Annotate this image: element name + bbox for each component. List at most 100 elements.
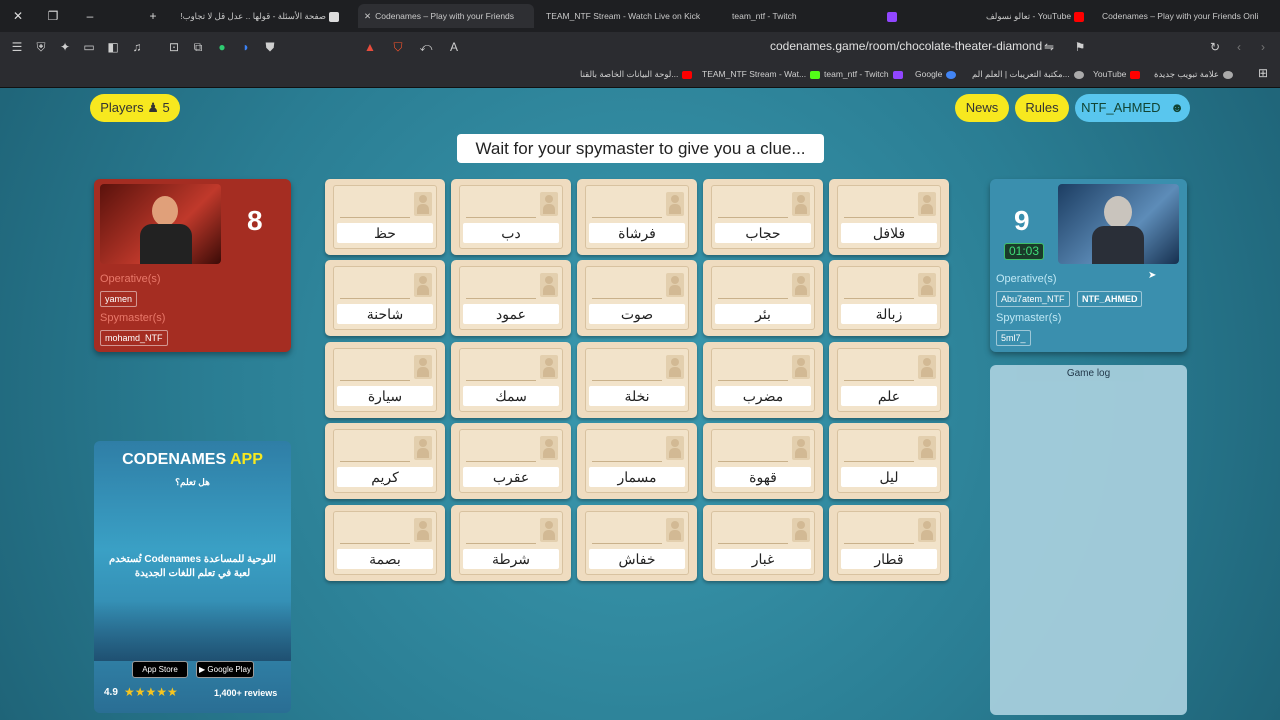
- word-card[interactable]: عقرب: [451, 423, 571, 499]
- vpn-icon[interactable]: ⛊: [262, 39, 278, 55]
- share-icon[interactable]: ⤺: [418, 39, 434, 55]
- word-card[interactable]: زبالة: [829, 260, 949, 336]
- google-play-button[interactable]: ▶ Google Play: [196, 661, 254, 678]
- close-window-icon[interactable]: ✕: [9, 7, 27, 25]
- bookmark-twitch[interactable]: team_ntf - Twitch: [824, 69, 903, 79]
- word-card[interactable]: قطار: [829, 505, 949, 581]
- tab-twitch[interactable]: team_ntf - Twitch: [726, 4, 902, 28]
- music-icon[interactable]: ♫: [129, 39, 145, 55]
- site-settings-icon[interactable]: ⇋: [1041, 39, 1057, 55]
- word-card[interactable]: علم: [829, 342, 949, 418]
- agent-silhouette-icon: [414, 192, 432, 216]
- word-card[interactable]: سمك: [451, 342, 571, 418]
- word-card[interactable]: شرطة: [451, 505, 571, 581]
- mouse-cursor-icon: ➤: [1148, 270, 1157, 281]
- bookmark-kick[interactable]: TEAM_NTF Stream - Wat...: [702, 69, 821, 79]
- agent-silhouette-icon: [414, 355, 432, 379]
- word-card[interactable]: مسمار: [577, 423, 697, 499]
- brave-shield-icon[interactable]: ⛉: [390, 39, 406, 55]
- agent-silhouette-icon: [792, 355, 810, 379]
- word-card[interactable]: قهوة: [703, 423, 823, 499]
- agent-face: [152, 196, 178, 226]
- word-card[interactable]: صوت: [577, 260, 697, 336]
- menu-icon[interactable]: ☰: [9, 39, 25, 55]
- back-icon[interactable]: ‹: [1231, 39, 1247, 55]
- card-word: شاحنة: [337, 304, 433, 324]
- players-button[interactable]: Players ♟ 5: [90, 94, 180, 122]
- kick-icon: [810, 70, 821, 79]
- red-team-panel: 8 Operative(s) yamen Spymaster(s) mohamd…: [94, 179, 291, 352]
- bookmark-library[interactable]: مكتبة التعريبات | العلم الم...: [972, 69, 1084, 80]
- bookmark-dashboard[interactable]: لوحة البيانات الخاصة بالقنا...: [580, 69, 693, 80]
- user-button[interactable]: NTF_AHMED ☻: [1075, 94, 1190, 122]
- tab-kick[interactable]: TEAM_NTF Stream - Watch Live on Kick: [540, 4, 720, 28]
- word-card[interactable]: حظ: [325, 179, 445, 255]
- bookmark-google[interactable]: Google: [915, 69, 957, 79]
- wallet-icon[interactable]: ▭: [81, 39, 97, 55]
- word-card[interactable]: حجاب: [703, 179, 823, 255]
- word-card[interactable]: فرشاة: [577, 179, 697, 255]
- shield-icon[interactable]: ⛨: [33, 39, 49, 55]
- puzzle-icon[interactable]: ⧉: [190, 39, 206, 55]
- word-card[interactable]: غبار: [703, 505, 823, 581]
- twitch-icon: [886, 11, 897, 22]
- card-line: [466, 380, 536, 381]
- tab-youtube[interactable]: تعالو نسولف - YouTube: [980, 4, 1090, 28]
- tab-codenames-2[interactable]: Codenames – Play with your Friends Onli: [1096, 4, 1280, 28]
- agent-silhouette-icon: [792, 436, 810, 460]
- smiley-icon: ☻: [1170, 100, 1184, 115]
- sidebar-icon[interactable]: ◧: [105, 39, 121, 55]
- reload-icon[interactable]: ↻: [1207, 39, 1223, 55]
- word-card[interactable]: بصمة: [325, 505, 445, 581]
- agent-silhouette-icon: [792, 518, 810, 542]
- game-log-title: Game log: [1066, 368, 1111, 379]
- card-line: [844, 217, 914, 218]
- agent-silhouette-icon: [918, 436, 936, 460]
- apps-grid-icon[interactable]: ⊞: [1258, 66, 1268, 80]
- word-card[interactable]: دب: [451, 179, 571, 255]
- word-card[interactable]: مضرب: [703, 342, 823, 418]
- card-word: حظ: [337, 223, 433, 243]
- restore-window-icon[interactable]: ❐: [44, 7, 62, 25]
- tab-close-icon[interactable]: ✕: [364, 11, 371, 21]
- agent-silhouette-icon: [666, 436, 684, 460]
- word-card[interactable]: فلافل: [829, 179, 949, 255]
- word-card[interactable]: سيارة: [325, 342, 445, 418]
- news-button[interactable]: News: [955, 94, 1009, 122]
- blue-score: 9: [1014, 205, 1030, 236]
- agent-silhouette-icon: [666, 518, 684, 542]
- bookmark-icon[interactable]: ⚑: [1072, 39, 1088, 55]
- word-card[interactable]: ليل: [829, 423, 949, 499]
- codenames-app-ad[interactable]: CODENAMES APP هل تعلم؟ اللوحية للمساعدة …: [94, 441, 291, 713]
- youtube-icon: [682, 70, 693, 79]
- address-bar[interactable]: codenames.game/room/chocolate-theater-di…: [770, 39, 1042, 53]
- word-card[interactable]: خفاش: [577, 505, 697, 581]
- screenshot-icon[interactable]: ⊡: [166, 39, 182, 55]
- tab-questions[interactable]: صفحة الأسئلة - قولها .. عدل قل لا تجاوب!: [178, 4, 348, 28]
- app-store-button[interactable]: App Store: [132, 661, 188, 678]
- tab-codenames[interactable]: ✕ Codenames – Play with your Friends: [358, 4, 534, 28]
- new-tab-icon[interactable]: +: [144, 7, 162, 25]
- audio-icon[interactable]: ◗: [238, 39, 254, 55]
- agent-silhouette-icon: [540, 192, 558, 216]
- game-log-panel[interactable]: Game log: [990, 365, 1187, 715]
- word-card[interactable]: بئر: [703, 260, 823, 336]
- forward-icon[interactable]: ›: [1255, 39, 1271, 55]
- agent-silhouette-icon: [540, 518, 558, 542]
- translate-icon[interactable]: A: [446, 39, 462, 55]
- word-card[interactable]: عمود: [451, 260, 571, 336]
- word-card[interactable]: شاحنة: [325, 260, 445, 336]
- ad-question: هل تعلم؟: [175, 477, 210, 487]
- card-word: شرطة: [463, 549, 559, 569]
- bookmark-newtab[interactable]: علامة تبويب جديدة: [1154, 69, 1234, 80]
- minimize-window-icon[interactable]: –: [81, 7, 99, 25]
- extensions-icon[interactable]: ✦: [57, 39, 73, 55]
- card-line: [718, 380, 788, 381]
- word-card[interactable]: نخلة: [577, 342, 697, 418]
- bookmark-youtube[interactable]: YouTube: [1093, 69, 1141, 79]
- word-card[interactable]: كريم: [325, 423, 445, 499]
- leaf-icon[interactable]: ●: [214, 39, 230, 55]
- rewards-icon[interactable]: ▲: [362, 39, 378, 55]
- twitch-icon: [892, 70, 903, 79]
- rules-button[interactable]: Rules: [1015, 94, 1069, 122]
